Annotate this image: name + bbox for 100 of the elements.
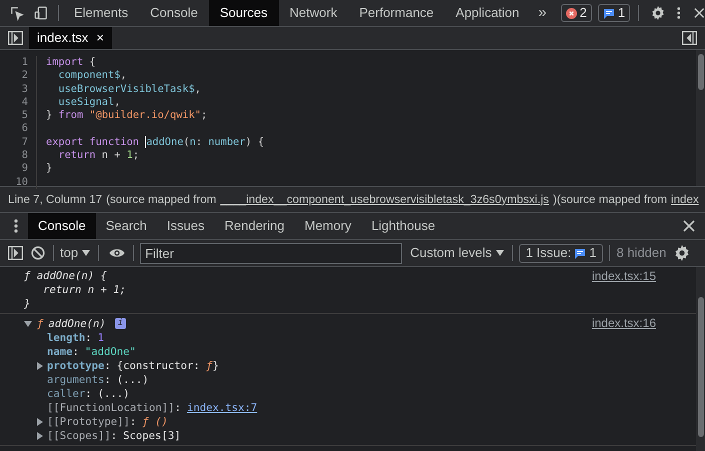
more-options-icon[interactable] bbox=[14, 219, 18, 233]
property-value: (...) bbox=[98, 387, 130, 401]
more-options-icon[interactable] bbox=[676, 6, 680, 20]
filter-field[interactable]: Filter bbox=[140, 242, 402, 264]
property-name: arguments bbox=[47, 373, 104, 387]
source-link[interactable]: index.tsx:15 bbox=[592, 269, 656, 283]
errors-counter[interactable]: 2 bbox=[560, 4, 592, 22]
colon: : bbox=[104, 359, 111, 373]
property-value: "addOne" bbox=[84, 345, 136, 359]
panel-tab[interactable]: Application bbox=[444, 0, 530, 26]
colon: : bbox=[110, 429, 118, 443]
hidden-count: 8 hidden bbox=[616, 244, 666, 262]
eye-icon[interactable] bbox=[109, 247, 126, 259]
drawer-tab[interactable]: Memory bbox=[294, 213, 362, 239]
code-line: return n + 1; bbox=[57, 149, 140, 162]
sidebar-toggle-icon[interactable] bbox=[8, 246, 23, 260]
close-icon[interactable] bbox=[694, 7, 705, 19]
panel-tab[interactable]: Network bbox=[278, 0, 348, 26]
expand-arrow-icon[interactable] bbox=[24, 320, 32, 328]
device-toolbar-icon[interactable] bbox=[34, 5, 48, 21]
console-text: return n + 1; bbox=[42, 284, 126, 296]
expand-arrow-icon[interactable] bbox=[36, 362, 44, 370]
toggle-debugger-icon[interactable] bbox=[682, 31, 697, 45]
drawer-tab[interactable]: Rendering bbox=[214, 213, 294, 239]
settings-icon[interactable] bbox=[650, 5, 665, 21]
inspect-element-icon[interactable] bbox=[10, 5, 24, 21]
code-line: } bbox=[45, 162, 52, 176]
panel-tab[interactable]: Console bbox=[139, 0, 209, 26]
property-value: (...) bbox=[116, 373, 149, 387]
issues-counter[interactable]: 1 Issue: 1 bbox=[518, 244, 604, 262]
property-value: 1 bbox=[98, 331, 104, 345]
line-number: 9 bbox=[0, 162, 37, 176]
source-link[interactable]: index.tsx:16 bbox=[592, 316, 656, 330]
drawer-tab[interactable]: Issues bbox=[156, 213, 214, 239]
colon: : bbox=[85, 331, 92, 345]
issues-label: 1 Issue: bbox=[526, 244, 572, 262]
property-name: caller bbox=[47, 387, 86, 401]
line-number: 5 bbox=[0, 109, 37, 122]
file-tab-label: index.tsx bbox=[37, 29, 88, 48]
drawer-tab[interactable]: Lighthouse bbox=[361, 213, 446, 239]
panel-tab[interactable]: Elements bbox=[62, 0, 140, 26]
source-link[interactable]: ____index__component_usebrowservisibletask_3z6s0ymbsxi.js bbox=[220, 190, 549, 208]
drawer-tab[interactable]: Console bbox=[28, 213, 96, 239]
line-number: 6 bbox=[0, 122, 37, 136]
property-name: [[Prototype]] bbox=[47, 415, 130, 429]
console-text: ƒ addOne(n) { bbox=[24, 270, 107, 282]
message-count: 1 bbox=[618, 4, 626, 22]
panel-tab[interactable]: Sources bbox=[208, 0, 279, 26]
property-name: length bbox=[47, 331, 86, 345]
code-line: useBrowserVisibleTask$, bbox=[57, 82, 201, 96]
caret-icon bbox=[82, 250, 90, 256]
messages-counter[interactable]: 1 bbox=[598, 4, 630, 22]
code-line: export function addOne(n: number) { bbox=[45, 136, 264, 150]
info-badge[interactable]: i bbox=[114, 318, 126, 329]
colon: : bbox=[104, 373, 111, 387]
property-value: ƒ () bbox=[142, 415, 168, 429]
property-name: name bbox=[47, 345, 73, 359]
colon: : bbox=[130, 415, 136, 429]
status-text: )(source mapped from bbox=[552, 192, 668, 208]
property-value: Scopes[3] bbox=[123, 429, 181, 443]
clear-console-icon[interactable] bbox=[31, 246, 45, 260]
line-number: 7 bbox=[0, 136, 37, 150]
scrollbar[interactable] bbox=[696, 267, 705, 451]
code-line: useSignal, bbox=[57, 96, 120, 110]
line-number: 4 bbox=[0, 96, 37, 110]
settings-icon[interactable] bbox=[674, 245, 690, 261]
close-icon[interactable] bbox=[683, 220, 695, 232]
log-levels-dropdown[interactable]: Custom levels bbox=[410, 243, 504, 263]
file-tab[interactable]: index.tsx × bbox=[29, 27, 112, 49]
message-icon bbox=[602, 8, 615, 18]
code-line: } from "@builder.io/qwik"; bbox=[45, 109, 208, 122]
panel-tab[interactable]: Performance bbox=[348, 0, 445, 26]
colon: : bbox=[72, 345, 79, 359]
more-tabs-button[interactable]: » bbox=[538, 2, 547, 24]
scrollbar[interactable] bbox=[696, 50, 705, 186]
property-name: prototype bbox=[47, 359, 104, 373]
error-count: 2 bbox=[580, 4, 587, 22]
line-number: 2 bbox=[0, 69, 37, 83]
property-name: [[Scopes]] bbox=[47, 429, 111, 443]
source-link[interactable]: index bbox=[671, 190, 699, 208]
function-name: addOne(n) bbox=[48, 316, 106, 330]
message-icon bbox=[574, 248, 586, 258]
line-number: 3 bbox=[0, 82, 37, 96]
close-tab-button[interactable]: × bbox=[96, 28, 104, 48]
status-text: Line 7, Column 17 bbox=[8, 192, 102, 208]
issues-count: 1 bbox=[589, 244, 596, 262]
drawer-tab[interactable]: Search bbox=[96, 213, 157, 239]
code-line: component$, bbox=[57, 69, 127, 83]
colon: : bbox=[85, 387, 92, 401]
line-number: 8 bbox=[0, 149, 37, 162]
context-dropdown[interactable]: top bbox=[60, 243, 90, 263]
code-line: import { bbox=[45, 56, 96, 70]
property-value[interactable]: index.tsx:7 bbox=[186, 401, 258, 415]
status-text: (source mapped from bbox=[106, 192, 216, 208]
function-marker: ƒ bbox=[37, 316, 44, 330]
line-number: 1 bbox=[0, 56, 37, 70]
toggle-navigator-icon[interactable] bbox=[8, 31, 23, 45]
colon: : bbox=[174, 401, 181, 415]
caret-icon bbox=[496, 250, 504, 256]
error-icon bbox=[566, 8, 577, 18]
